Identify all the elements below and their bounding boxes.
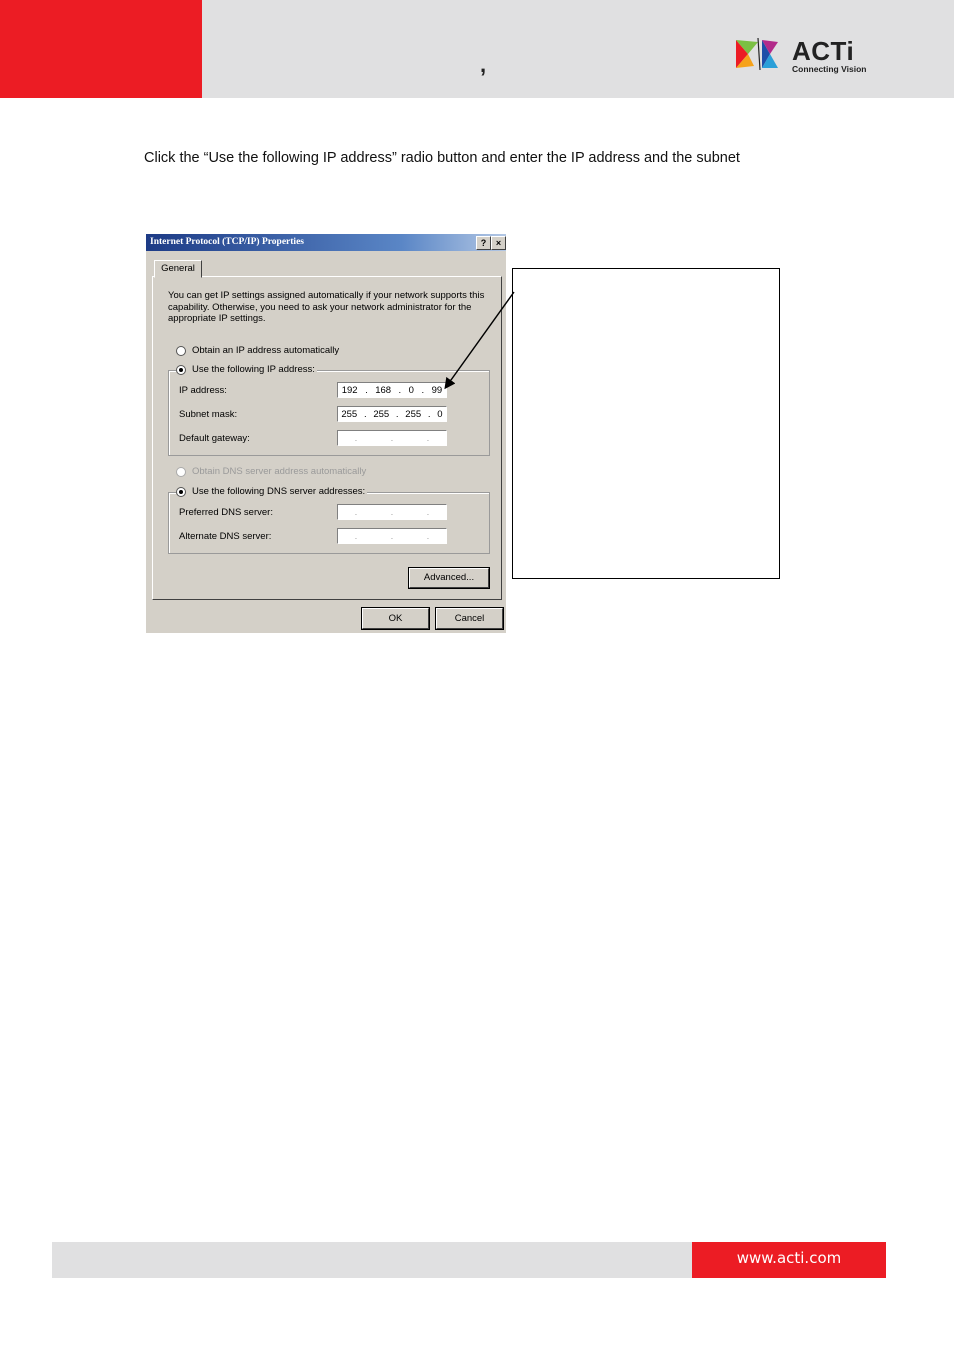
advanced-button[interactable]: Advanced... <box>408 567 490 589</box>
footer-red-block: www.acti.com <box>692 1242 886 1278</box>
alternate-dns-field[interactable]: . . . <box>337 528 447 544</box>
subnet-mask-field[interactable]: 255. 255. 255. 0 <box>337 406 447 422</box>
ip-dot: . <box>426 506 430 518</box>
radio-icon <box>176 466 186 477</box>
logo-wordmark: ACTi <box>792 36 855 66</box>
ip-octet: 0 <box>437 408 443 420</box>
acti-logo: ACTi Connecting Vision <box>734 36 874 76</box>
callout-box <box>512 268 780 579</box>
ip-dot: . <box>354 432 358 444</box>
footer-url[interactable]: www.acti.com <box>692 1242 886 1278</box>
header-red-block <box>0 0 202 98</box>
header-comma: , <box>480 52 487 77</box>
ip-dot: . <box>390 506 394 518</box>
ip-dot: . <box>426 530 430 542</box>
radio-obtain-dns[interactable]: Obtain DNS server address automatically <box>176 466 366 477</box>
dialog-title: Internet Protocol (TCP/IP) Properties <box>150 237 304 247</box>
ip-dot: . <box>426 432 430 444</box>
help-button[interactable]: ? <box>476 236 491 250</box>
ip-octet: 255 <box>405 408 422 420</box>
radio-use-dns-label: Use the following DNS server addresses: <box>192 486 366 497</box>
radio-selected-icon <box>176 364 186 375</box>
ip-dot: . <box>395 408 399 420</box>
ip-dot: . <box>421 384 425 396</box>
radio-obtain-dns-label: Obtain DNS server address automatically <box>192 466 367 477</box>
ip-dot: . <box>390 530 394 542</box>
radio-use-ip[interactable]: Use the following IP address: <box>176 364 317 375</box>
ip-octet: 0 <box>408 384 414 396</box>
ip-dot: . <box>390 432 394 444</box>
radio-obtain-ip-label: Obtain an IP address automatically <box>192 345 340 356</box>
ip-dot: . <box>354 506 358 518</box>
ip-dot: . <box>427 408 431 420</box>
radio-use-dns[interactable]: Use the following DNS server addresses: <box>176 486 368 497</box>
radio-selected-icon <box>176 486 186 497</box>
footer-grey-bar <box>52 1242 692 1278</box>
ip-octet: 255 <box>373 408 390 420</box>
preferred-dns-field[interactable]: . . . <box>337 504 447 520</box>
default-gateway-field[interactable]: . . . <box>337 430 447 446</box>
ok-button[interactable]: OK <box>361 607 430 630</box>
dialog-titlebar: Internet Protocol (TCP/IP) Properties ? … <box>146 234 511 251</box>
close-button[interactable]: × <box>491 236 506 250</box>
alternate-dns-label: Alternate DNS server: <box>179 531 272 542</box>
ip-dot: . <box>365 384 368 396</box>
subnet-mask-label: Subnet mask: <box>179 409 238 420</box>
ip-octet: 255 <box>341 408 358 420</box>
cancel-button[interactable]: Cancel <box>435 607 504 630</box>
dns-groupbox <box>168 492 490 554</box>
ip-dot: . <box>354 530 358 542</box>
butterfly-logo-icon <box>736 37 778 71</box>
ip-dot: . <box>363 408 367 420</box>
ip-dot: . <box>398 384 402 396</box>
ip-octet: 192 <box>341 384 358 396</box>
default-gateway-label: Default gateway: <box>179 433 250 444</box>
ip-address-field[interactable]: 192. 168. 0. 99 <box>337 382 447 398</box>
preferred-dns-label: Preferred DNS server: <box>179 507 273 518</box>
tab-general[interactable]: General <box>154 260 202 278</box>
logo-tagline: Connecting Vision <box>792 64 867 74</box>
ip-octet: 168 <box>375 384 392 396</box>
callout-arrow-icon <box>444 291 515 390</box>
radio-icon <box>176 345 186 356</box>
radio-obtain-ip[interactable]: Obtain an IP address automatically <box>176 345 339 356</box>
instruction-text: Click the “Use the following IP address”… <box>144 150 740 166</box>
radio-use-ip-label: Use the following IP address: <box>192 364 315 375</box>
ip-address-label: IP address: <box>179 385 227 396</box>
